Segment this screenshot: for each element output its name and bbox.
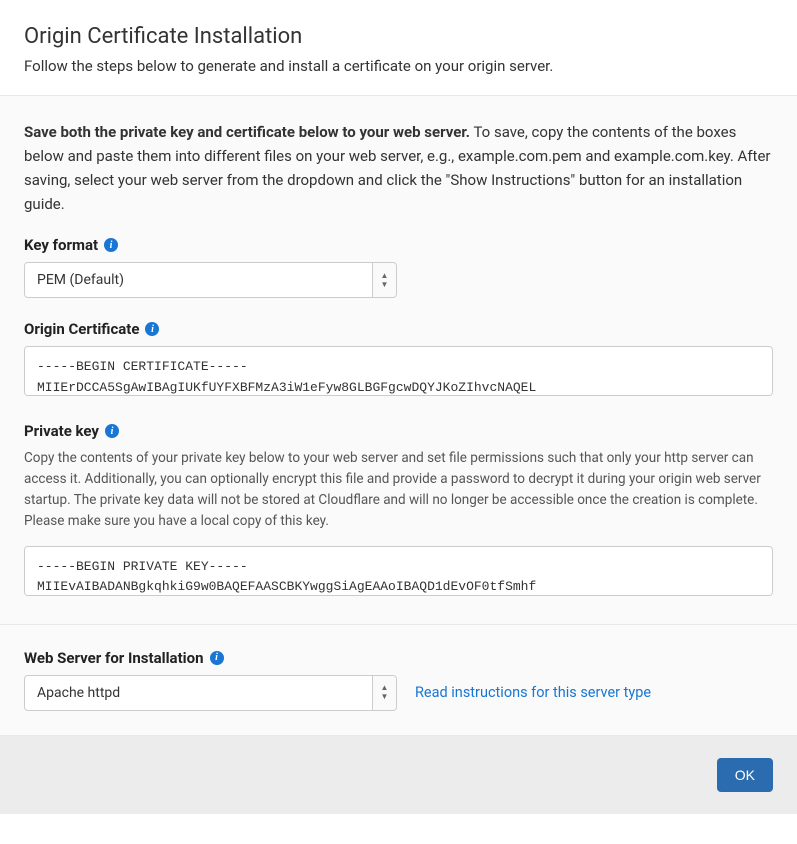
main-content: Save both the private key and certificat… <box>0 96 797 625</box>
header: Origin Certificate Installation Follow t… <box>0 0 797 96</box>
footer: OK <box>0 736 797 814</box>
web-server-value: Apache httpd <box>25 676 372 710</box>
read-instructions-link[interactable]: Read instructions for this server type <box>415 684 651 701</box>
private-key-label: Private key i <box>24 422 773 440</box>
private-key-help: Copy the contents of your private key be… <box>24 448 773 532</box>
server-section: Web Server for Installation i Apache htt… <box>0 625 797 736</box>
info-icon[interactable]: i <box>105 424 119 438</box>
instructions-bold: Save both the private key and certificat… <box>24 123 470 141</box>
web-server-label: Web Server for Installation i <box>24 649 773 667</box>
info-icon[interactable]: i <box>210 651 224 665</box>
instructions: Save both the private key and certificat… <box>24 120 773 216</box>
info-icon[interactable]: i <box>104 238 118 252</box>
key-format-select[interactable]: PEM (Default) ▲ ▼ <box>24 262 397 298</box>
private-key-textarea[interactable] <box>24 546 773 596</box>
key-format-label: Key format i <box>24 236 773 254</box>
chevron-updown-icon: ▲ ▼ <box>372 263 396 297</box>
page-title: Origin Certificate Installation <box>24 24 773 49</box>
key-format-value: PEM (Default) <box>25 263 372 297</box>
web-server-select[interactable]: Apache httpd ▲ ▼ <box>24 675 397 711</box>
info-icon[interactable]: i <box>145 322 159 336</box>
origin-certificate-label: Origin Certificate i <box>24 320 773 338</box>
chevron-updown-icon: ▲ ▼ <box>372 676 396 710</box>
ok-button[interactable]: OK <box>717 758 773 792</box>
origin-certificate-textarea[interactable] <box>24 346 773 396</box>
page-subtitle: Follow the steps below to generate and i… <box>24 57 773 75</box>
